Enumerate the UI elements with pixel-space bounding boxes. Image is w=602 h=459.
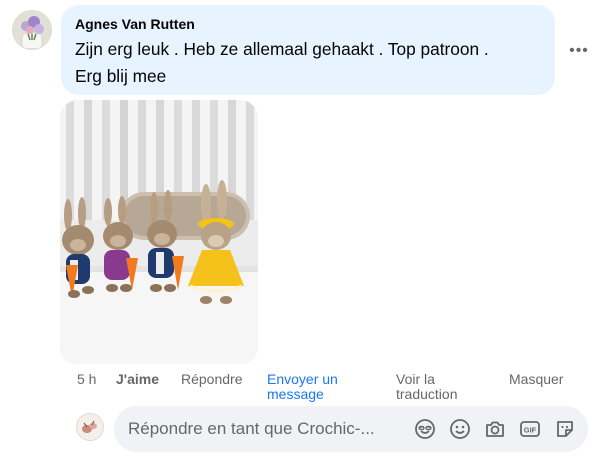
comment-text: Zijn erg leuk . Heb ze allemaal gehaakt … bbox=[75, 36, 541, 90]
gif-icon[interactable]: GIF bbox=[518, 417, 542, 441]
send-message-line2: message bbox=[267, 386, 324, 402]
flower-bouquet-image bbox=[12, 10, 52, 50]
hide-button[interactable]: Masquer bbox=[509, 372, 563, 387]
more-options-icon[interactable]: ••• bbox=[566, 39, 592, 63]
comment-text-line1: Zijn erg leuk . Heb ze allemaal gehaakt … bbox=[75, 39, 489, 59]
send-message-line1: Envoyer un bbox=[267, 371, 338, 387]
reply-input[interactable] bbox=[128, 406, 408, 452]
see-translation-link[interactable]: Voir la traduction bbox=[396, 372, 457, 402]
like-button[interactable]: J'aime bbox=[116, 372, 159, 387]
crochet-bunnies-photo bbox=[60, 100, 258, 364]
avatar-sticker-icon[interactable] bbox=[413, 417, 437, 441]
comment-text-line2: Erg blij mee bbox=[75, 66, 167, 86]
svg-text:GIF: GIF bbox=[524, 426, 537, 435]
reply-composer: GIF bbox=[114, 406, 588, 452]
commenter-avatar[interactable] bbox=[12, 10, 52, 50]
sticker-icon[interactable] bbox=[553, 417, 577, 441]
comment-bubble: Agnes Van Rutten Zijn erg leuk . Heb ze … bbox=[61, 5, 555, 95]
comment-photo[interactable] bbox=[60, 100, 258, 364]
comment-author[interactable]: Agnes Van Rutten bbox=[75, 14, 541, 34]
page-logo-icon bbox=[77, 414, 103, 440]
timestamp[interactable]: 5 h bbox=[77, 372, 96, 387]
emoji-icon[interactable] bbox=[448, 417, 472, 441]
camera-icon[interactable] bbox=[483, 417, 507, 441]
reply-button[interactable]: Répondre bbox=[181, 372, 243, 387]
see-translation-line2: traduction bbox=[396, 386, 458, 402]
comment-actions: 5 h J'aime Répondre Envoyer un message V… bbox=[0, 369, 602, 409]
send-message-link[interactable]: Envoyer un message bbox=[267, 372, 338, 402]
page-avatar[interactable] bbox=[76, 413, 104, 441]
see-translation-line1: Voir la bbox=[396, 371, 435, 387]
